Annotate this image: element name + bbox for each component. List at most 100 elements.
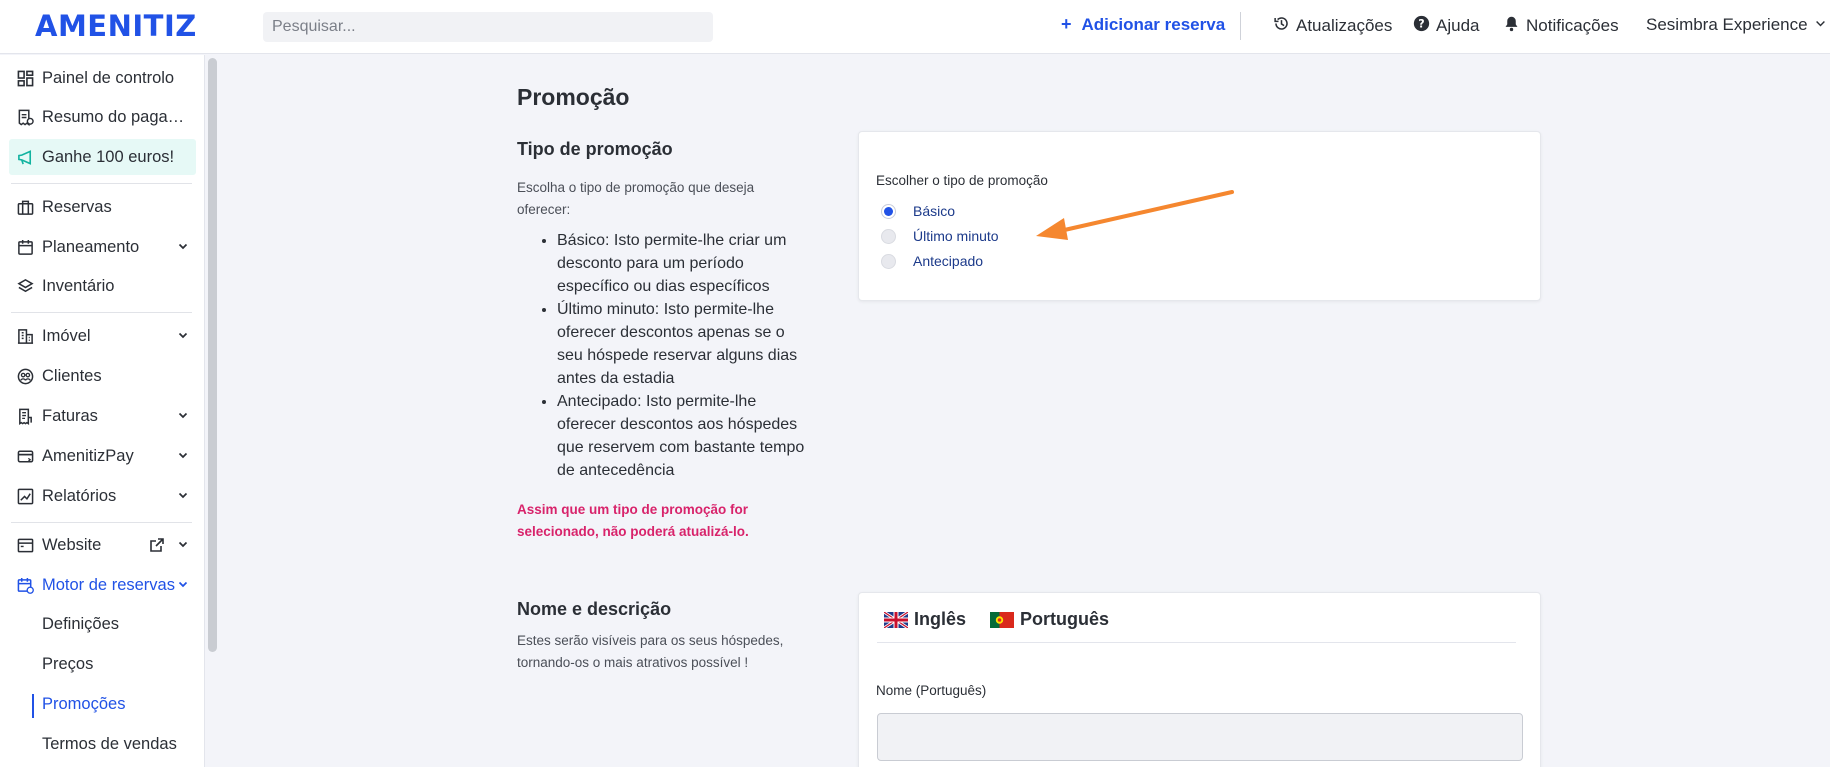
tab-english[interactable]: Inglês bbox=[884, 609, 966, 630]
sidebar-item-clients[interactable]: Clientes bbox=[9, 358, 196, 394]
language-tabs: Inglês Português bbox=[884, 609, 1109, 630]
uk-flag-icon bbox=[884, 611, 908, 628]
notifications-button[interactable]: Notificações bbox=[1503, 15, 1619, 37]
list-item: Básico: Isto permite-lhe criar um descon… bbox=[557, 229, 806, 298]
active-indicator bbox=[32, 694, 34, 718]
name-description-title: Nome e descrição bbox=[517, 599, 672, 619]
name-field-label: Nome (Português) bbox=[876, 683, 987, 698]
radio-option-last-minute[interactable]: Último minuto bbox=[881, 228, 999, 244]
sidebar-item-property[interactable]: Imóvel bbox=[9, 318, 196, 354]
sidebar-item-label: Imóvel bbox=[42, 326, 91, 345]
radio-label: Básico bbox=[913, 203, 956, 219]
radio-button[interactable] bbox=[881, 228, 896, 244]
updates-button[interactable]: Atualizações bbox=[1273, 15, 1392, 37]
sidebar-item-planning[interactable]: Planeamento bbox=[9, 229, 196, 265]
account-menu[interactable]: Sesimbra Experience bbox=[1646, 15, 1827, 35]
history-icon bbox=[1273, 15, 1290, 37]
list-item: Último minuto: Isto permite-lhe oferecer… bbox=[557, 298, 806, 390]
chevron-down-icon bbox=[178, 332, 188, 339]
help-button[interactable]: ? Ajuda bbox=[1413, 15, 1479, 37]
sidebar-item-payments[interactable]: Resumo do pagamento bbox=[9, 99, 196, 135]
sidebar-item-label: Relatórios bbox=[42, 486, 117, 505]
sidebar-item-label: AmenitizPay bbox=[42, 446, 134, 465]
help-icon: ? bbox=[1413, 15, 1430, 37]
layers-icon bbox=[16, 277, 34, 295]
sidebar-item-label: Reservas bbox=[42, 197, 112, 216]
updates-label: Atualizações bbox=[1296, 16, 1393, 35]
sidebar-item-inventory[interactable]: Inventário bbox=[9, 268, 196, 304]
promotion-type-description: Escolha o tipo de promoção que deseja of… bbox=[517, 180, 755, 217]
promotion-type-title: Tipo de promoção bbox=[517, 139, 673, 159]
chevron-down-icon bbox=[178, 243, 188, 250]
invoice-icon bbox=[16, 407, 34, 425]
radio-option-basic[interactable]: Básico bbox=[881, 203, 955, 219]
radio-button[interactable] bbox=[881, 253, 896, 269]
sidebar-item-reports[interactable]: Relatórios bbox=[9, 478, 196, 514]
notifications-label: Notificações bbox=[1526, 16, 1619, 35]
amenitiz-logo[interactable]: AMENITIZ bbox=[35, 9, 197, 43]
radio-label: Último minuto bbox=[913, 228, 999, 244]
sidebar-subitem-terms[interactable]: Termos de vendas bbox=[42, 735, 177, 754]
sidebar-subitem-promotions[interactable]: Promoções bbox=[42, 695, 125, 714]
warning-text: Assim que um tipo de promoção for seleci… bbox=[517, 502, 749, 539]
radio-option-early[interactable]: Antecipado bbox=[881, 253, 983, 269]
sidebar-item-booking-engine[interactable]: Motor de reservas bbox=[9, 567, 196, 603]
sidebar-item-label: Ganhe 100 euros! bbox=[42, 147, 175, 166]
sidebar-subitem-settings[interactable]: Definições bbox=[42, 615, 119, 634]
sidebar-item-website[interactable]: Website bbox=[9, 527, 196, 563]
sidebar-item-label: Painel de controlo bbox=[42, 68, 175, 87]
sidebar-subitem-prices[interactable]: Preços bbox=[42, 655, 93, 674]
sidebar-item-bookings[interactable]: Reservas bbox=[9, 189, 196, 225]
sidebar-divider bbox=[11, 522, 192, 523]
chart-line-icon bbox=[16, 487, 34, 505]
credit-card-icon bbox=[16, 447, 34, 465]
sidebar-item-invoices[interactable]: Faturas bbox=[9, 398, 196, 434]
chevron-down-icon bbox=[178, 452, 188, 459]
search-input[interactable] bbox=[263, 12, 713, 42]
radio-button[interactable] bbox=[881, 203, 896, 219]
external-link-icon[interactable] bbox=[149, 537, 165, 553]
dashboard-icon bbox=[16, 69, 34, 87]
plus-icon: + bbox=[1061, 14, 1072, 34]
page-title: Promoção bbox=[517, 84, 630, 110]
account-label: Sesimbra Experience bbox=[1646, 15, 1808, 34]
receipt-icon bbox=[16, 108, 34, 126]
sidebar-divider bbox=[11, 183, 192, 184]
chevron-down-icon bbox=[178, 492, 188, 499]
name-description-text: Estes serão visíveis para os seus hósped… bbox=[517, 633, 784, 670]
header-divider bbox=[1240, 12, 1241, 40]
add-booking-button[interactable]: + Adicionar reserva bbox=[1061, 14, 1225, 35]
add-booking-label: Adicionar reserva bbox=[1081, 14, 1226, 34]
bell-icon bbox=[1503, 15, 1520, 37]
name-input[interactable] bbox=[877, 713, 1523, 761]
svg-text:?: ? bbox=[1418, 17, 1424, 30]
radio-group-label: Escolher o tipo de promoção bbox=[876, 173, 1048, 188]
sidebar-item-label: Resumo do pagamento bbox=[42, 107, 190, 126]
sidebar-item-label: Clientes bbox=[42, 366, 102, 385]
tabs-divider bbox=[877, 642, 1516, 643]
calendar-check-icon bbox=[16, 576, 34, 594]
tab-label: Português bbox=[1020, 609, 1110, 629]
top-header: AMENITIZ + Adicionar reserva Atualizaçõe… bbox=[0, 0, 1830, 54]
megaphone-icon bbox=[16, 148, 34, 166]
browser-icon bbox=[16, 536, 34, 554]
sidebar-item-label: Motor de reservas bbox=[42, 575, 175, 594]
sidebar-item-label: Planeamento bbox=[42, 237, 140, 256]
sidebar-item-label: Faturas bbox=[42, 406, 98, 425]
annotation-arrow-icon bbox=[1036, 190, 1234, 240]
tab-portuguese[interactable]: Português bbox=[990, 609, 1109, 630]
help-label: Ajuda bbox=[1436, 16, 1480, 35]
sidebar-scrollbar[interactable] bbox=[208, 58, 217, 652]
radio-label: Antecipado bbox=[913, 253, 984, 269]
sidebar-item-label: Inventário bbox=[42, 276, 115, 295]
chevron-down-icon bbox=[178, 581, 188, 588]
users-icon bbox=[16, 367, 34, 385]
tab-label: Inglês bbox=[914, 609, 967, 629]
sidebar-divider bbox=[11, 312, 192, 313]
sidebar-item-amenitizpay[interactable]: AmenitizPay bbox=[9, 438, 196, 474]
sidebar-item-dashboard[interactable]: Painel de controlo bbox=[9, 60, 196, 96]
suitcase-icon bbox=[16, 198, 34, 216]
promotion-type-list: Básico: Isto permite-lhe criar um descon… bbox=[541, 229, 806, 482]
list-item: Antecipado: Isto permite-lhe oferecer de… bbox=[557, 390, 806, 482]
sidebar-item-promo[interactable]: Ganhe 100 euros! bbox=[9, 139, 196, 175]
